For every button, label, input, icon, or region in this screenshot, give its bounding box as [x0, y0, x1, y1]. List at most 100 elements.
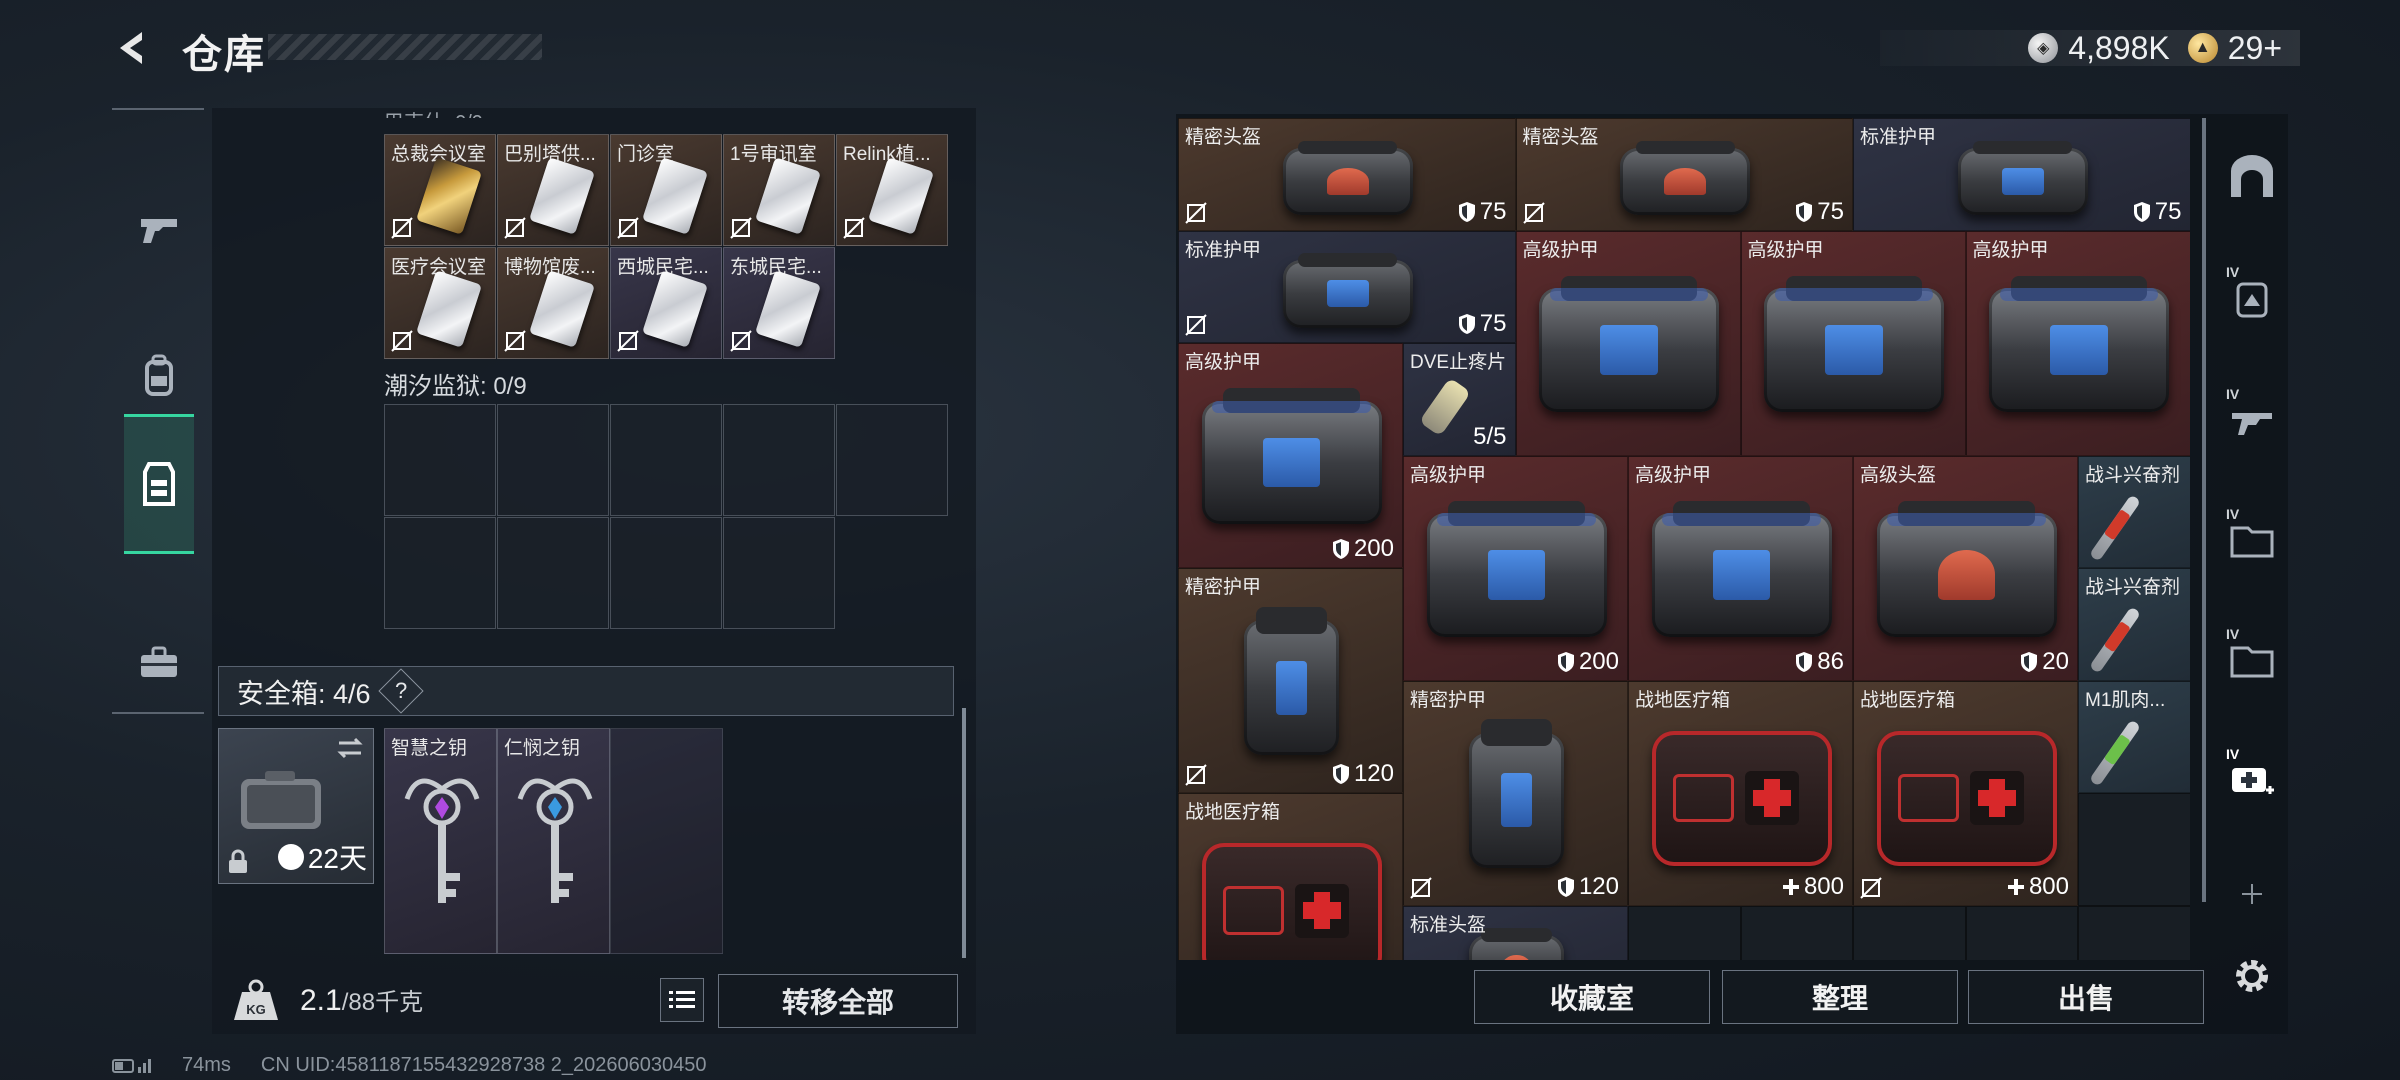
keycard-slot[interactable]: 总裁会议室	[384, 134, 496, 246]
empty-key-slot[interactable]	[497, 404, 609, 516]
item-value: 75	[1795, 198, 1844, 226]
empty-key-slot[interactable]	[497, 517, 609, 629]
syringe-icon	[2088, 493, 2142, 562]
durability-icon	[1458, 314, 1475, 334]
helmet-icon	[1620, 140, 1751, 215]
stash-item[interactable]: 战斗兴奋剂	[2078, 455, 2190, 568]
stash-tab-safehouse[interactable]	[2224, 148, 2280, 204]
back-button[interactable]	[108, 24, 156, 72]
stash-tab-medical[interactable]: IV	[2224, 746, 2280, 808]
durability-icon	[1332, 539, 1349, 559]
cut-category-label: 巴克什: 0/9	[384, 106, 483, 118]
stash-item[interactable]: 高级护甲	[1740, 230, 1966, 456]
stash-item[interactable]: 高级护甲 200	[1403, 455, 1628, 681]
safebox-case-slot[interactable]: 22天	[218, 728, 374, 884]
armor-icon	[1201, 388, 1382, 525]
keycard-slot[interactable]: 东城民宅...	[723, 247, 835, 359]
safebox-days: 22天	[307, 843, 367, 874]
durability-icon	[2021, 651, 2038, 672]
stash-item[interactable]: M1肌肉...	[2078, 680, 2190, 793]
nav-vest[interactable]	[124, 414, 194, 554]
list-view-button[interactable]	[660, 978, 704, 1022]
item-name: M1肌肉...	[2085, 689, 2166, 711]
sell-button[interactable]: 出售	[1968, 970, 2204, 1024]
nav-weapons[interactable]	[124, 160, 194, 300]
item-name: 战斗兴奋剂	[2085, 577, 2181, 598]
empty-key-slot[interactable]	[384, 517, 496, 629]
safehouse-icon	[2231, 155, 2273, 197]
stash-item[interactable]: 精密头盔 75	[1178, 118, 1516, 231]
settings-button[interactable]	[2224, 948, 2280, 1004]
stash-item[interactable]: 精密头盔 75	[1515, 118, 1853, 231]
unbound-icon	[391, 217, 413, 239]
empty-stash-slot[interactable]	[2078, 793, 2190, 906]
sort-button[interactable]: 整理	[1722, 970, 1958, 1024]
stash-item[interactable]: 标准护甲 75	[1853, 118, 2190, 231]
stash-item[interactable]: DVE止疼片 5/5	[1403, 343, 1516, 456]
empty-key-slot[interactable]	[723, 404, 835, 516]
syringe-icon	[2088, 718, 2142, 787]
empty-stash-slot[interactable]	[1628, 905, 1741, 960]
item-value: 200	[1332, 535, 1394, 563]
item-value: 86	[1795, 648, 1844, 676]
keycard-slot[interactable]: 1号审讯室	[723, 134, 835, 246]
item-value: 120	[1332, 760, 1394, 788]
transfer-all-button[interactable]: 转移全部	[718, 974, 958, 1028]
empty-stash-slot[interactable]	[1853, 905, 1966, 960]
keycard-slot[interactable]: 博物馆废...	[497, 247, 609, 359]
empty-key-slot[interactable]	[610, 517, 722, 629]
keycard-slot[interactable]: 巴别塔供...	[497, 134, 609, 246]
item-value-text: 120	[1578, 872, 1619, 900]
add-stash-tab-button[interactable]	[2224, 866, 2280, 922]
safebox-duration: 22天	[277, 837, 367, 877]
unbound-icon	[1860, 876, 1882, 899]
stash-item[interactable]: 标准护甲 75	[1178, 230, 1516, 343]
keycard-icon	[641, 270, 709, 348]
keycard-slot[interactable]: 西城民宅...	[610, 247, 722, 359]
stash-item[interactable]: 高级护甲	[1965, 230, 2190, 456]
stash-scrollbar[interactable]	[2202, 118, 2206, 902]
durability-icon	[1557, 876, 1574, 897]
empty-stash-slot[interactable]	[1965, 905, 2078, 960]
stash-item[interactable]: 战地医疗箱	[1178, 793, 1403, 960]
safebox-help-button[interactable]: ?	[377, 668, 424, 714]
stash-item[interactable]: 高级头盔 20	[1853, 455, 2078, 681]
item-value-text: 86	[1817, 647, 1844, 675]
collection-room-button[interactable]: 收藏室	[1474, 970, 1710, 1024]
empty-stash-slot[interactable]	[2078, 905, 2190, 960]
stash-item[interactable]: 高级护甲 86	[1628, 455, 1853, 681]
stash-item[interactable]: 高级护甲	[1515, 230, 1741, 456]
keycard-slot[interactable]: 门诊室	[610, 134, 722, 246]
empty-key-slot[interactable]	[610, 404, 722, 516]
stash-item[interactable]: 战地医疗箱 800	[1628, 680, 1853, 906]
stash-item[interactable]: 标准头盔	[1403, 905, 1628, 960]
item-value-text: 75	[1479, 197, 1507, 225]
empty-key-slot[interactable]	[836, 404, 948, 516]
stash-item[interactable]: 精密护甲 120	[1178, 568, 1403, 793]
keycard-icon	[415, 157, 483, 235]
keycard-slot[interactable]: 医疗会议室	[384, 247, 496, 359]
swap-icon[interactable]	[335, 737, 365, 759]
armor-icon	[1244, 606, 1339, 755]
stash-tab-backpacks[interactable]: IV	[2224, 264, 2280, 326]
safebox-empty-slot[interactable]	[610, 728, 723, 954]
stash-tab-folder-2[interactable]: IV	[2224, 626, 2280, 688]
nav-toolbox[interactable]	[124, 592, 194, 732]
stash-item[interactable]: 精密护甲 120	[1403, 680, 1628, 906]
stash-tab-weapons[interactable]: IV	[2224, 386, 2280, 448]
inventory-scrollbar[interactable]	[962, 708, 966, 958]
stash-item[interactable]: 高级护甲 200	[1178, 343, 1403, 568]
wisdom-key-icon	[404, 778, 480, 903]
keycard-icon	[754, 157, 822, 235]
empty-stash-slot[interactable]	[1740, 905, 1853, 960]
empty-key-slot[interactable]	[723, 517, 835, 629]
item-name: 标准护甲	[1185, 239, 1262, 261]
safebox-item[interactable]: 智慧之钥	[384, 728, 497, 954]
stash-item[interactable]: 战地医疗箱 800	[1853, 680, 2078, 906]
empty-key-slot[interactable]	[384, 404, 496, 516]
stash-tab-folder-1[interactable]: IV	[2224, 506, 2280, 568]
stash-item[interactable]: 战斗兴奋剂	[2078, 568, 2190, 681]
safebox-item[interactable]: 仁悯之钥	[497, 728, 610, 954]
keycard-slot[interactable]: Relink植...	[836, 134, 948, 246]
unbound-icon	[617, 217, 639, 239]
